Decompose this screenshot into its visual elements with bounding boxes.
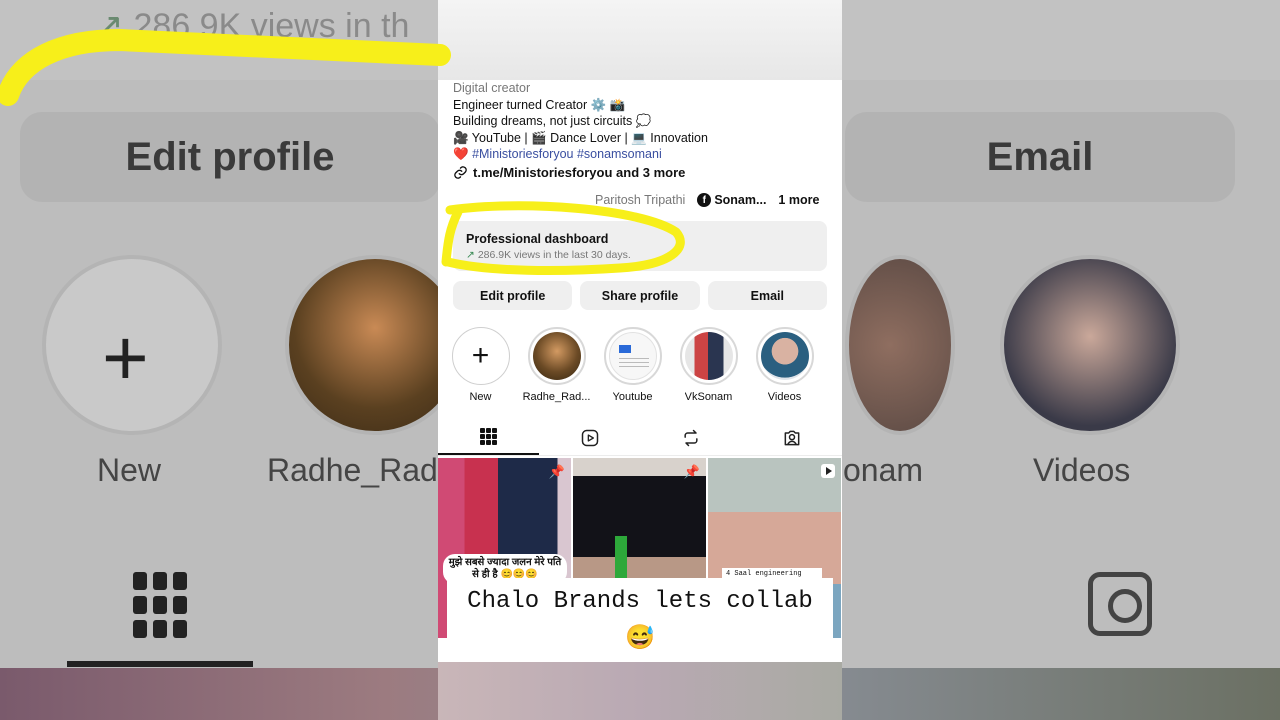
profile-action-buttons: Edit profile Share profile Email [453, 281, 827, 310]
highlight-label: New [469, 391, 492, 403]
mentions-row: Paritosh Tripathi f Sonam... 1 more [453, 193, 833, 207]
highlight-label: Videos [767, 391, 802, 403]
bio-hashtags: ❤️ #Ministoriesforyou #sonamsomani [453, 146, 833, 163]
profile-link[interactable]: t.me/Ministoriesforyou and 3 more [453, 165, 685, 180]
bg-email-button: Email [845, 112, 1235, 202]
pin-icon: 📌 [548, 464, 565, 479]
facebook-icon: f [697, 193, 712, 207]
video-caption-overlay: Chalo Brands lets collab 😅 🤫😂 [447, 578, 833, 691]
profile-category: Digital creator [453, 81, 531, 95]
share-profile-button[interactable]: Share profile [580, 281, 700, 310]
email-button[interactable]: Email [707, 281, 827, 310]
highlight-cover [532, 332, 581, 380]
dashboard-subtitle: ↗ 286.9K views in the last 30 days. [466, 249, 631, 261]
facebook-link[interactable]: f Sonam... [697, 193, 766, 207]
highlight-radhe[interactable]: Radhe_Rad... [523, 327, 590, 403]
edit-profile-button[interactable]: Edit profile [453, 281, 573, 310]
highlight-label: VkSonam [684, 391, 733, 403]
highlight-vksonam[interactable]: VkSonam [679, 327, 738, 403]
mention-partial[interactable]: Paritosh Tripathi [595, 193, 685, 207]
reels-icon [581, 429, 598, 446]
highlight-youtube[interactable]: Youtube [603, 327, 662, 403]
highlight-label: Radhe_Rad... [522, 391, 591, 403]
pin-icon: 📌 [683, 464, 700, 479]
plus-icon: + [451, 327, 510, 385]
highlight-videos[interactable]: Videos [755, 327, 814, 403]
highlight-cover [608, 332, 657, 380]
tagged-icon [784, 430, 799, 445]
link-icon [454, 166, 467, 179]
highlight-cover [684, 332, 733, 380]
bio-line: Engineer turned Creator ⚙️ 📸 [453, 97, 626, 112]
bg-label-videos: Videos [1033, 452, 1131, 488]
bg-tab-underline [67, 661, 253, 667]
hashtag-links[interactable]: #Ministoriesforyou #sonamsomani [472, 147, 662, 161]
more-links[interactable]: 1 more [778, 193, 819, 207]
professional-dashboard-card[interactable]: Professional dashboard ↗ 286.9K views in … [453, 221, 827, 271]
bg-grid-icon [133, 572, 187, 638]
tab-posts[interactable] [438, 420, 539, 455]
profile-tabs [438, 420, 842, 456]
bg-label-new: New [97, 452, 162, 488]
caption-line-1: Chalo Brands lets collab 😅 [467, 588, 813, 653]
bg-label-vksonam: onam [843, 452, 924, 488]
profile-link-text: t.me/Ministoriesforyou and 3 more [473, 165, 686, 180]
reel-icon [821, 464, 835, 478]
bg-edit-profile-button: Edit profile [20, 112, 440, 202]
story-highlights: + New Radhe_Rad... Youtube VkSonam Video… [451, 327, 831, 403]
highlight-new[interactable]: + New [451, 327, 510, 403]
highlight-label: Youtube [612, 391, 653, 403]
bg-highlight-vksonam [845, 255, 955, 435]
profile-header-area [438, 0, 842, 80]
trend-arrow-icon: ↗ [466, 249, 475, 261]
bio-line: Building dreams, not just circuits 💭 [453, 114, 652, 128]
tab-tagged[interactable] [741, 420, 842, 455]
bg-tagged-icon [1088, 572, 1152, 636]
grid-icon [480, 428, 497, 445]
profile-bio: Digital creator Engineer turned Creator … [453, 80, 833, 163]
heart-emoji: ❤️ [453, 147, 469, 161]
posts-second-row [438, 662, 842, 720]
bg-views-text: ↗ 286.9K views in th [95, 7, 410, 45]
bg-plus-icon: + [102, 313, 149, 402]
tab-reels[interactable] [539, 420, 640, 455]
bg-highlight-videos [1000, 255, 1180, 435]
dashboard-title: Professional dashboard [466, 232, 609, 246]
tab-reposts[interactable] [640, 420, 741, 455]
video-frame: ↗ 286.9K views in th Edit profile Email +… [0, 0, 1280, 720]
highlight-cover [760, 332, 809, 380]
instagram-profile-screen: Digital creator Engineer turned Creator … [438, 0, 842, 720]
bg-label-radhe: Radhe_Rad [267, 452, 438, 488]
repost-icon [683, 429, 698, 446]
bio-line: 🎥 YouTube | 🎬 Dance Lover | 💻 Innovation [453, 130, 708, 145]
